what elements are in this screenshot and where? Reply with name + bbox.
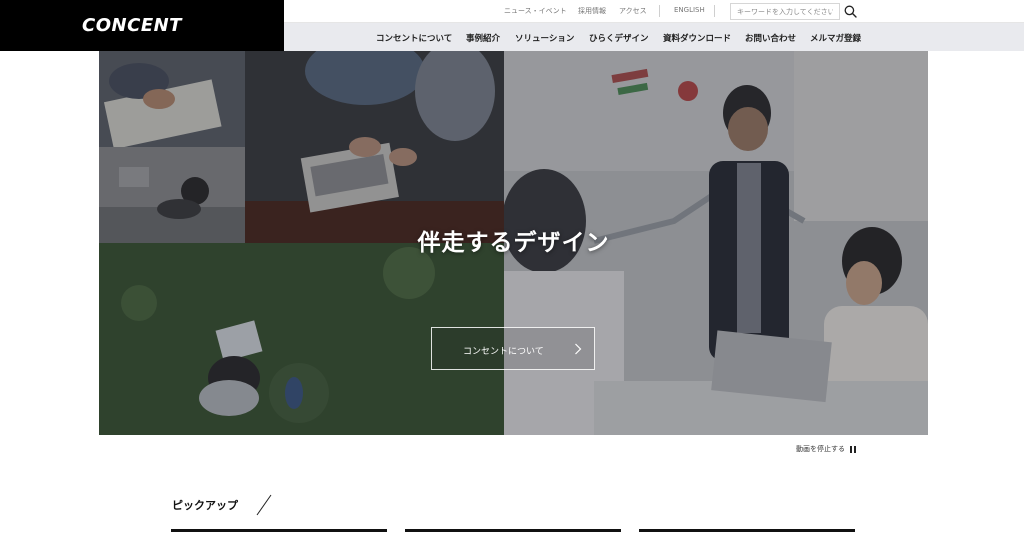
page: CONCENT ニュース・イベント 採用情報 アクセス ENGLISH コンセン… — [0, 0, 1024, 535]
nav-item-contact[interactable]: お問い合わせ — [745, 32, 796, 44]
nav-item-newsletter[interactable]: メルマガ登録 — [810, 32, 861, 44]
pause-video-button[interactable]: 動画を停止する — [796, 444, 856, 454]
nav-item-downloads[interactable]: 資料ダウンロード — [663, 32, 731, 44]
utility-divider — [659, 5, 660, 17]
logo-link[interactable]: CONCENT — [0, 0, 284, 51]
utility-divider — [714, 5, 715, 17]
utility-link-access[interactable]: アクセス — [619, 6, 647, 16]
utility-link-news[interactable]: ニュース・イベント — [504, 6, 567, 16]
utility-link-english[interactable]: ENGLISH — [674, 6, 705, 14]
logo: CONCENT — [82, 15, 182, 36]
nav-item-works[interactable]: 事例紹介 — [466, 32, 500, 44]
pickup-card-1[interactable] — [171, 529, 387, 532]
chevron-right-icon — [575, 343, 582, 355]
utility-bar: ニュース・イベント 採用情報 アクセス ENGLISH — [284, 0, 1024, 23]
pickup-card-3[interactable] — [639, 529, 855, 532]
main-nav: コンセントについて 事例紹介 ソリューション ひらくデザイン 資料ダウンロード … — [284, 23, 1024, 51]
hero-button-label: コンセントについて — [463, 347, 544, 357]
utility-link-recruit[interactable]: 採用情報 — [578, 6, 606, 16]
pickup-card-2[interactable] — [405, 529, 621, 532]
slash-decoration-icon — [256, 494, 272, 516]
pause-video-label: 動画を停止する — [796, 445, 845, 453]
hero-title: 伴走するデザイン — [417, 230, 610, 256]
pickup-heading: ピックアップ — [172, 499, 238, 512]
nav-item-solutions[interactable]: ソリューション — [515, 32, 574, 44]
search-button[interactable] — [842, 3, 859, 20]
pause-icon — [850, 445, 856, 453]
search-icon — [844, 5, 857, 18]
hero-visual: 伴走するデザイン コンセントについて — [99, 51, 928, 435]
search-input[interactable] — [730, 3, 840, 20]
hero-about-button[interactable]: コンセントについて — [431, 327, 595, 370]
nav-item-open-design[interactable]: ひらくデザイン — [589, 32, 649, 44]
nav-item-about[interactable]: コンセントについて — [376, 32, 452, 44]
